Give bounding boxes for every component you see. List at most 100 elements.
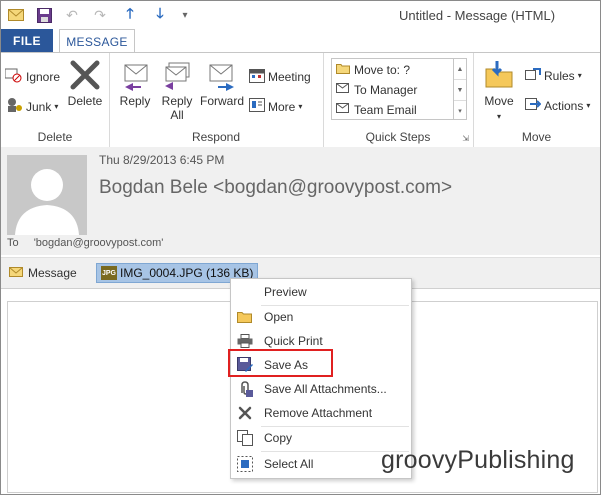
meeting-label: Meeting: [268, 69, 311, 84]
move-group-label: Move: [521, 130, 552, 144]
forward-button[interactable]: Forward: [199, 59, 245, 108]
quick-steps-scroll[interactable]: ▲ ▼ ▾: [453, 59, 466, 119]
customize-qat-icon[interactable]: ▾: [176, 6, 194, 24]
meeting-icon: [249, 67, 265, 86]
chevron-down-icon: ▾: [54, 102, 59, 111]
jpg-file-icon: JPG: [101, 266, 117, 280]
quick-step-to-manager[interactable]: To Manager: [336, 82, 417, 97]
delete-group-label: Delete: [37, 130, 73, 144]
chevron-down-icon: ▾: [496, 112, 501, 121]
arrow-up-icon[interactable]: 🡑: [121, 5, 139, 24]
actions-button[interactable]: Actions ▾: [525, 97, 590, 114]
tab-file[interactable]: FILE: [1, 29, 53, 53]
undo-icon[interactable]: ↶: [63, 6, 81, 24]
watermark: groovyPublishing: [381, 446, 575, 474]
respond-group-label: Respond: [191, 130, 241, 144]
forward-icon: [206, 59, 238, 91]
junk-icon: [5, 97, 23, 116]
menu-item-quick-print-label: Quick Print: [264, 334, 323, 348]
reply-label: Reply: [119, 94, 151, 108]
move-button[interactable]: Move ▾: [479, 59, 519, 122]
forward-label: Forward: [199, 94, 244, 108]
select-all-icon: [236, 455, 254, 473]
to-label: To: [7, 237, 19, 249]
copy-icon: [236, 429, 254, 447]
junk-button[interactable]: Junk ▾: [5, 97, 58, 116]
delete-group: Ignore Junk ▾ Delete Delete: [1, 53, 110, 147]
quick-step-to-manager-label: To Manager: [354, 82, 418, 97]
scroll-up-icon[interactable]: ▲: [454, 59, 466, 80]
ignore-label: Ignore: [26, 69, 61, 84]
reply-icon: [119, 59, 151, 91]
mail-forward-icon: [336, 82, 350, 97]
open-folder-icon: [236, 308, 254, 326]
ribbon-tabs: FILE MESSAGE: [1, 29, 600, 53]
folder-icon: [336, 62, 350, 77]
window-title: Untitled - Message (HTML): [399, 8, 556, 23]
quick-step-move-to-label: Move to: ?: [354, 62, 411, 77]
menu-item-preview[interactable]: Preview: [231, 280, 411, 304]
reply-button[interactable]: Reply: [115, 59, 155, 108]
gallery-expand-icon[interactable]: ▾: [454, 101, 466, 121]
remove-x-icon: [236, 404, 254, 422]
menu-item-open[interactable]: Open: [231, 305, 411, 329]
message-date: Thu 8/29/2013 6:45 PM: [99, 153, 225, 167]
ignore-button[interactable]: Ignore: [4, 67, 61, 86]
quick-step-move-to[interactable]: Move to: ?: [336, 62, 410, 77]
actions-label: Actions: [544, 98, 584, 113]
reply-all-label-1: Reply: [161, 94, 193, 108]
ignore-icon: [4, 67, 23, 86]
ribbon: Ignore Junk ▾ Delete Delete Reply Reply: [1, 52, 600, 148]
meeting-button[interactable]: Meeting: [249, 67, 311, 86]
more-icon: [249, 97, 265, 116]
redo-icon[interactable]: ↷: [91, 6, 109, 24]
menu-item-open-label: Open: [264, 310, 294, 324]
delete-button[interactable]: Delete: [64, 59, 106, 108]
sender-name[interactable]: Bogdan Bele <bogdan@groovypost.com>: [99, 177, 452, 199]
menu-item-save-all-label: Save All Attachments...: [264, 382, 387, 396]
delete-label: Delete: [67, 94, 103, 108]
rules-icon: [525, 67, 541, 84]
rules-label: Rules: [544, 68, 575, 83]
paperclip-icon: [236, 380, 254, 398]
reply-all-button[interactable]: Reply All: [157, 59, 197, 122]
scroll-down-icon[interactable]: ▼: [454, 80, 466, 101]
menu-item-select-all-label: Select All: [264, 457, 314, 471]
tab-message[interactable]: MESSAGE: [59, 29, 135, 53]
envelope-icon: [9, 266, 23, 280]
dialog-launcher-icon[interactable]: ⇲: [462, 134, 469, 143]
save-icon[interactable]: [35, 6, 53, 24]
more-button[interactable]: More ▾: [249, 97, 302, 116]
reply-all-label-2: All: [170, 108, 184, 122]
recipients-line: To 'bogdan@groovypost.com': [7, 237, 163, 249]
quick-step-team-email[interactable]: Team Email: [336, 102, 417, 117]
move-folder-icon: [483, 59, 515, 91]
arrow-down-icon[interactable]: 🡓: [151, 5, 169, 24]
chevron-down-icon: ▾: [586, 101, 591, 110]
chevron-down-icon: ▾: [298, 102, 303, 111]
reply-all-icon: [161, 59, 193, 91]
printer-icon: [236, 332, 254, 350]
menu-item-remove-label: Remove Attachment: [264, 406, 373, 420]
menu-item-remove-attachment[interactable]: Remove Attachment: [231, 401, 411, 425]
move-group: Move ▾ Rules ▾ Actions ▾ Move: [473, 53, 600, 147]
quick-step-team-email-label: Team Email: [354, 102, 417, 117]
quick-steps-label: Quick Steps: [365, 130, 431, 144]
delete-icon: [69, 59, 101, 91]
message-tab-label: Message: [28, 266, 77, 280]
title-bar: ↶ ↷ 🡑 🡓 ▾ Untitled - Message (HTML): [1, 1, 600, 29]
menu-item-save-all-attachments[interactable]: Save All Attachments...: [231, 377, 411, 401]
save-as-highlight-box: [228, 349, 333, 377]
team-email-icon: [336, 102, 350, 117]
actions-icon: [525, 97, 542, 114]
envelope-icon: [7, 6, 25, 24]
menu-item-copy-label: Copy: [264, 431, 293, 445]
avatar: [7, 155, 87, 235]
to-value[interactable]: 'bogdan@groovypost.com': [34, 237, 164, 249]
move-label: Move: [484, 94, 514, 108]
junk-label: Junk: [26, 99, 52, 114]
message-header: Thu 8/29/2013 6:45 PM Bogdan Bele <bogda…: [1, 147, 600, 255]
rules-button[interactable]: Rules ▾: [525, 67, 582, 84]
quick-steps-gallery: Move to: ? To Manager Team Email ▲ ▼ ▾: [331, 58, 467, 120]
message-body-tab[interactable]: Message: [9, 266, 77, 280]
